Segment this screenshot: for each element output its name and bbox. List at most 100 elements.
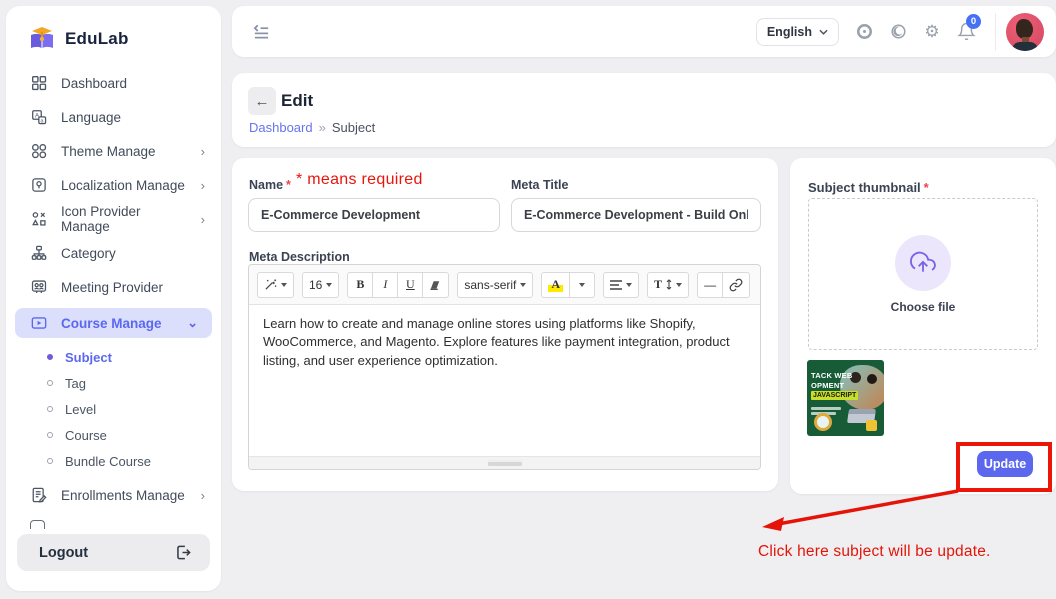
grid-icon [30, 74, 48, 92]
sidebar-item-icon-provider-manage[interactable]: Icon Provider Manage › [6, 202, 221, 236]
updown-arrow-icon [666, 279, 672, 290]
brand-logo[interactable]: EduLab [6, 6, 221, 52]
language-selector[interactable]: English [756, 18, 839, 46]
caret-icon [579, 283, 585, 287]
font-family-button[interactable]: sans-serif [457, 272, 533, 298]
notifications-bell-icon[interactable]: 0 [949, 22, 983, 41]
sidebar-subitem-level[interactable]: Level [6, 396, 221, 422]
back-button[interactable]: ← [248, 87, 276, 115]
logout-label: Logout [39, 545, 88, 561]
shapes-icon [30, 210, 48, 228]
sidebar-item-label: Dashboard [61, 76, 127, 91]
sidebar-subitem-label: Level [65, 402, 96, 417]
meta-title-input[interactable] [511, 198, 761, 232]
sidebar-item-label: Theme Manage [61, 144, 156, 159]
chevron-right-icon: › [201, 144, 205, 159]
bullet-icon [47, 458, 53, 464]
required-note-annotation: * means required [296, 171, 423, 189]
cloud-upload-icon [910, 250, 936, 276]
dark-mode-icon[interactable] [881, 22, 915, 41]
link-icon [729, 278, 743, 292]
eye-icon[interactable] [847, 22, 881, 41]
sidebar-item-enrollments-manage[interactable]: Enrollments Manage › [6, 478, 221, 512]
eraser-icon [429, 279, 442, 291]
translate-icon: Aa [30, 108, 48, 126]
caret-icon [626, 283, 632, 287]
bullet-icon [47, 432, 53, 438]
sidebar-item-label: Language [61, 110, 121, 125]
divider [995, 13, 996, 51]
logout-icon [173, 543, 192, 562]
annotation-note: Click here subject will be update. [758, 543, 998, 561]
subject-edit-form: Name* * means required Meta Title Meta D… [232, 158, 778, 491]
sidebar-subitem-subject[interactable]: Subject [6, 344, 221, 370]
sidebar-item-label: Icon Provider Manage [61, 204, 188, 234]
clear-format-button[interactable] [422, 272, 449, 298]
truncated-menu-icon [30, 520, 45, 529]
breadcrumb-current: Subject [332, 120, 375, 135]
category-tree-icon [30, 244, 48, 262]
language-value: English [767, 25, 812, 39]
rich-text-editor: 16 B I U sans-serif A [248, 264, 761, 470]
style-magic-button[interactable] [257, 272, 294, 298]
caret-icon [326, 283, 332, 287]
breadcrumb-separator: » [319, 120, 326, 135]
subject-thumbnail-image[interactable]: TACK WEB OPMENT JAVASCRIPT [807, 360, 884, 436]
notification-badge: 0 [966, 14, 981, 29]
paragraph-button[interactable] [603, 272, 639, 298]
upload-circle [895, 235, 951, 291]
sidebar-collapse-icon[interactable] [252, 23, 271, 40]
name-field-label: Name* [249, 178, 291, 192]
sidebar-item-label: Course Manage [61, 316, 162, 331]
theme-icon [30, 142, 48, 160]
update-button[interactable]: Update [977, 451, 1033, 477]
thumbnail-panel: Subject thumbnail* Choose file TACK WEB … [790, 158, 1056, 494]
insert-link-button[interactable] [722, 272, 750, 298]
underline-button[interactable]: U [397, 272, 423, 298]
sidebar-subitem-tag[interactable]: Tag [6, 370, 221, 396]
course-video-icon [30, 314, 48, 332]
name-input[interactable] [248, 198, 500, 232]
font-color-button[interactable]: A [541, 272, 570, 298]
line-height-button[interactable]: T [647, 272, 689, 298]
sidebar-item-course-manage[interactable]: Course Manage ⌄ [15, 308, 212, 338]
user-avatar[interactable] [1006, 13, 1044, 51]
font-size-button[interactable]: 16 [302, 272, 339, 298]
bold-button[interactable]: B [347, 272, 373, 298]
sidebar-item-language[interactable]: Aa Language [6, 100, 221, 134]
sidebar-item-label: Category [61, 246, 116, 261]
caret-icon [281, 283, 287, 287]
breadcrumb-dashboard-link[interactable]: Dashboard [249, 120, 313, 135]
sidebar-subitem-label: Bundle Course [65, 454, 151, 469]
file-upload-dropzone[interactable]: Choose file [808, 198, 1038, 350]
sidebar-item-dashboard[interactable]: Dashboard [6, 66, 221, 100]
chevron-right-icon: › [201, 212, 205, 227]
thumbnail-label: Subject thumbnail* [808, 180, 929, 195]
meta-description-editor-content[interactable]: Learn how to create and manage online st… [249, 305, 760, 447]
sidebar-item-meeting-provider[interactable]: Meeting Provider [6, 270, 221, 304]
italic-button[interactable]: I [372, 272, 398, 298]
bullet-icon [47, 354, 53, 360]
caret-icon [676, 283, 682, 287]
sidebar-subitem-label: Subject [65, 350, 112, 365]
sidebar-item-theme-manage[interactable]: Theme Manage › [6, 134, 221, 168]
sidebar-item-localization-manage[interactable]: Localization Manage › [6, 168, 221, 202]
settings-gear-icon[interactable]: ⚙ [915, 23, 949, 40]
brand-name: EduLab [65, 29, 129, 49]
sidebar-subitem-course[interactable]: Course [6, 422, 221, 448]
sidebar-subitem-label: Course [65, 428, 107, 443]
caret-icon [520, 283, 526, 287]
svg-text:a: a [41, 118, 44, 124]
sidebar-nav: Dashboard Aa Language Theme Manage › Loc… [6, 66, 221, 529]
align-lines-icon [610, 280, 622, 290]
choose-file-label: Choose file [891, 300, 956, 314]
editor-resize-bar[interactable] [249, 456, 760, 469]
horizontal-rule-button[interactable]: — [697, 272, 723, 298]
chevron-down-icon [819, 29, 828, 35]
font-color-dropdown[interactable] [569, 272, 595, 298]
sidebar-item-category[interactable]: Category [6, 236, 221, 270]
topbar: English ⚙ 0 [232, 6, 1056, 57]
editor-toolbar: 16 B I U sans-serif A [249, 265, 760, 305]
logout-button[interactable]: Logout [17, 534, 210, 571]
sidebar-subitem-bundle-course[interactable]: Bundle Course [6, 448, 221, 474]
